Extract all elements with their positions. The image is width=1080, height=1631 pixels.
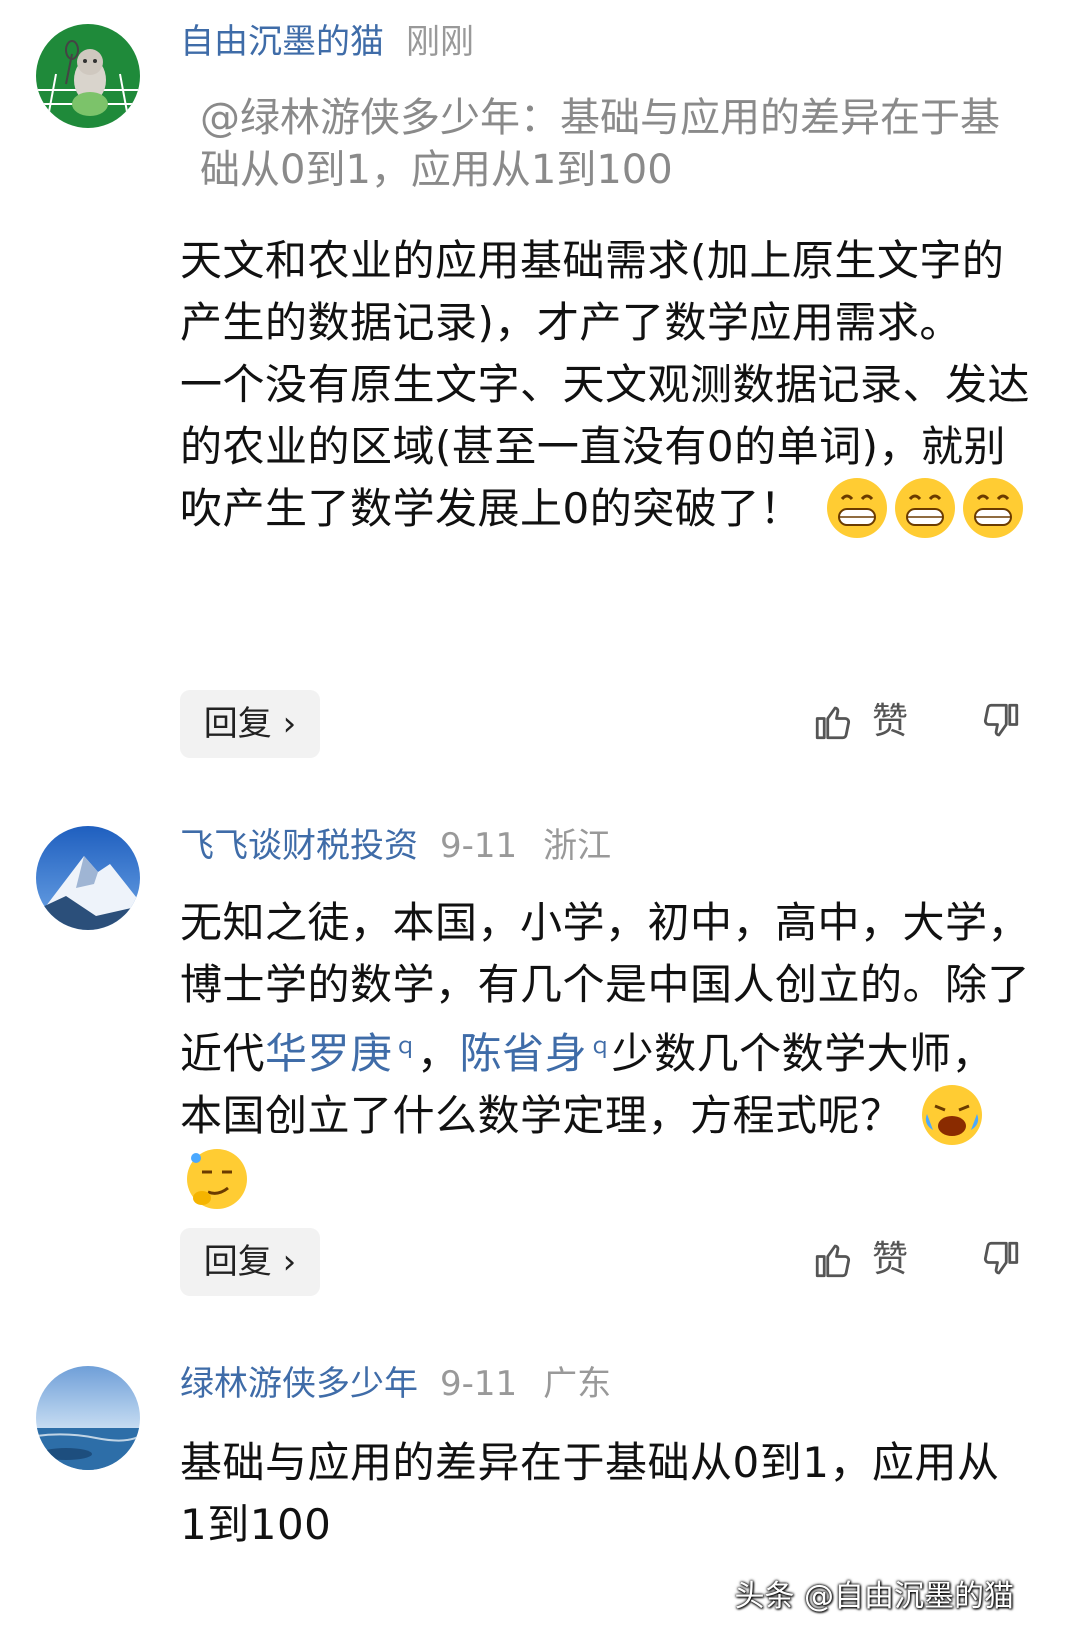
region: 广东 <box>543 1364 612 1404</box>
reply-button[interactable]: 回复 › <box>180 690 320 758</box>
comment-meta: 自由沉墨的猫 刚刚 <box>180 20 474 64</box>
reply-label: 回复 <box>203 1242 272 1282</box>
comment-body: 无知之徒，本国，小学，初中，高中，大学，博士学的数学，有几个是中国人创立的。除了… <box>180 892 1030 1214</box>
username[interactable]: 绿林游侠多少年 <box>180 1364 418 1404</box>
username[interactable]: 飞飞谈财税投资 <box>180 826 418 866</box>
thumbs-up-icon <box>815 706 851 740</box>
like-button[interactable]: 赞 <box>812 692 908 752</box>
timestamp: 9-11 <box>440 1364 518 1404</box>
thumbs-down-icon <box>983 1241 1019 1275</box>
separator: ， <box>417 1029 460 1078</box>
grin-emoji <box>826 477 888 539</box>
dislike-button[interactable] <box>980 1238 1022 1284</box>
chevron-right-icon: › <box>282 1242 297 1282</box>
avatar[interactable] <box>36 24 140 128</box>
chevron-right-icon: › <box>282 704 297 744</box>
search-icon: ｑ <box>589 1034 612 1059</box>
grin-emoji <box>962 477 1024 539</box>
thumbs-down-icon <box>983 703 1019 737</box>
username[interactable]: 自由沉墨的猫 <box>180 22 384 62</box>
comment-meta: 飞飞谈财税投资 9-11 浙江 <box>180 824 611 868</box>
comment-meta: 绿林游侠多少年 9-11 广东 <box>180 1362 611 1406</box>
grin-emoji <box>894 477 956 539</box>
search-link-hua-luogeng[interactable]: 华罗庚ｑ <box>265 1029 417 1078</box>
region: 浙江 <box>543 826 612 866</box>
link-text: 陈省身 <box>459 1029 588 1078</box>
search-icon: ｑ <box>394 1034 418 1059</box>
search-link-chen-xingshen[interactable]: 陈省身ｑ <box>460 1029 612 1078</box>
like-button[interactable]: 赞 <box>812 1230 908 1290</box>
thumbs-up-icon <box>815 1244 851 1278</box>
reply-label: 回复 <box>203 704 272 744</box>
reply-button[interactable]: 回复 › <box>180 1228 320 1296</box>
like-label: 赞 <box>872 701 909 742</box>
timestamp: 9-11 <box>440 826 518 866</box>
avatar[interactable] <box>36 826 140 930</box>
comment-body: 基础与应用的差异在于基础从0到1，应用从1到100 <box>180 1438 1000 1549</box>
laugh-cry-emoji <box>921 1084 983 1146</box>
timestamp: 刚刚 <box>406 22 474 62</box>
link-text: 华罗庚 <box>265 1029 393 1078</box>
comment-body: 天文和农业的应用基础需求(加上原生文字的产生的数据记录)，才产了数学应用需求。 … <box>180 230 1030 543</box>
watermark: 头条 @自由沉墨的猫 <box>734 1579 1014 1614</box>
quoted-comment[interactable]: @绿林游侠多少年：基础与应用的差异在于基础从0到1，应用从1到100 <box>200 92 1020 196</box>
avatar[interactable] <box>36 1366 140 1470</box>
dislike-button[interactable] <box>980 700 1022 746</box>
smug-emoji <box>186 1148 248 1210</box>
like-label: 赞 <box>872 1239 909 1280</box>
